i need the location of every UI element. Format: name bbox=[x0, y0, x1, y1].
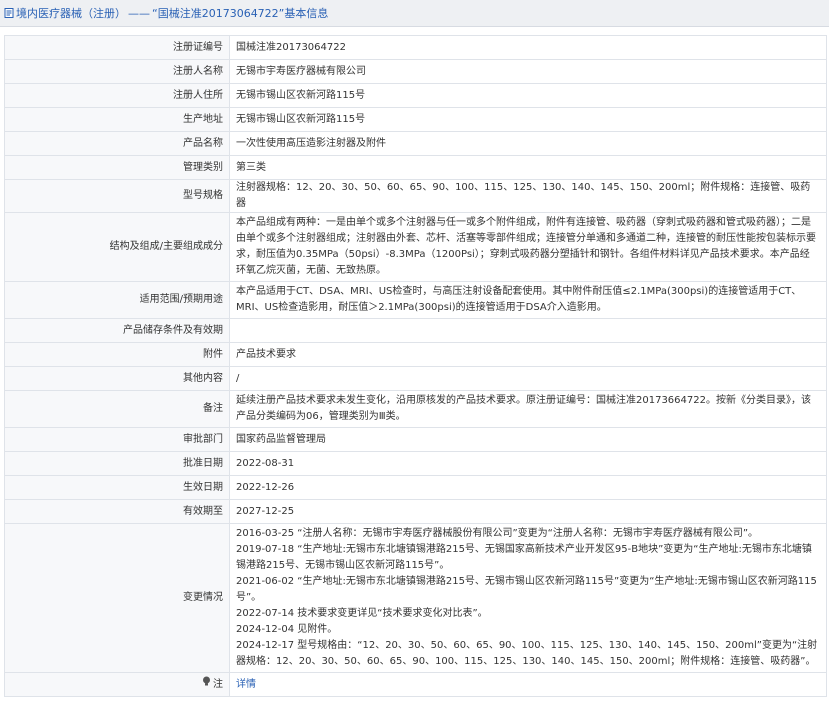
field-label: 注 bbox=[213, 679, 223, 690]
change-entry: 2022-07-14 技术要求变更详见“技术要求变化对比表”。 bbox=[236, 608, 488, 619]
change-entry: 2019-07-18 “生产地址:无锡市东北塘镇锡港路215号、无锡国家高新技术… bbox=[236, 544, 812, 571]
change-entry: 2016-03-25 “注册人名称：无锡市宇寿医疗器械股份有限公司”变更为“注册… bbox=[236, 528, 759, 539]
info-bulb-icon bbox=[202, 676, 211, 692]
table-row: 产品名称 一次性使用高压造影注射器及附件 bbox=[4, 131, 827, 156]
table-row: 结构及组成/主要组成成分 本产品组成有两种：一是由单个或多个注射器与任一或多个附件… bbox=[4, 212, 827, 282]
field-label: 管理类别 bbox=[4, 155, 230, 180]
field-label: 其他内容 bbox=[4, 366, 230, 391]
table-row: 审批部门 国家药品监督管理局 bbox=[4, 427, 827, 452]
field-value: 2027-12-25 bbox=[229, 499, 827, 524]
change-entry: 2024-12-17 型号规格由：“12、20、30、50、60、65、90、1… bbox=[236, 640, 818, 667]
field-label: 生产地址 bbox=[4, 107, 230, 132]
table-row-changes: 变更情况 2016-03-25 “注册人名称：无锡市宇寿医疗器械股份有限公司”变… bbox=[4, 523, 827, 673]
field-value: 无锡市锡山区农新河路115号 bbox=[229, 107, 827, 132]
field-value: 无锡市宇寿医疗器械有限公司 bbox=[229, 59, 827, 84]
field-value: 产品技术要求 bbox=[229, 342, 827, 367]
table-row: 其他内容 / bbox=[4, 366, 827, 391]
table-row: 管理类别 第三类 bbox=[4, 155, 827, 180]
field-value: 延续注册产品技术要求未发生变化，沿用原核发的产品技术要求。原注册证编号：国械注准… bbox=[229, 390, 827, 428]
field-label: 批准日期 bbox=[4, 451, 230, 476]
field-label: 产品名称 bbox=[4, 131, 230, 156]
table-row: 注册人住所 无锡市锡山区农新河路115号 bbox=[4, 83, 827, 108]
field-value: 2022-12-26 bbox=[229, 475, 827, 500]
field-value: 第三类 bbox=[229, 155, 827, 180]
breadcrumb-section-link[interactable]: 境内医疗器械（注册） bbox=[16, 5, 126, 21]
page-title: “国械注准20173064722”基本信息 bbox=[152, 7, 329, 20]
field-value: 注射器规格：12、20、30、50、60、65、90、100、115、125、1… bbox=[229, 179, 827, 213]
field-label: 有效期至 bbox=[4, 499, 230, 524]
table-row: 生产地址 无锡市锡山区农新河路115号 bbox=[4, 107, 827, 132]
field-value bbox=[229, 318, 827, 343]
field-label: 备注 bbox=[4, 390, 230, 428]
breadcrumb-separator: —— bbox=[128, 6, 150, 20]
table-row: 批准日期 2022-08-31 bbox=[4, 451, 827, 476]
field-label: 注册证编号 bbox=[4, 35, 230, 60]
note-label-cell: 注 bbox=[4, 672, 230, 697]
detail-table: 注册证编号 国械注准20173064722 注册人名称 无锡市宇寿医疗器械有限公司 … bbox=[4, 35, 827, 697]
field-value: 本产品适用于CT、DSA、MRI、US检查时，与高压注射设备配套使用。其中附件耐… bbox=[229, 281, 827, 319]
field-value: 本产品组成有两种：一是由单个或多个注射器与任一或多个附件组成，附件有连接管、吸药… bbox=[229, 212, 827, 282]
change-entry: 2021-06-02 “生产地址:无锡市东北塘镇锡港路215号、无锡市锡山区农新… bbox=[236, 576, 817, 603]
table-row: 有效期至 2027-12-25 bbox=[4, 499, 827, 524]
field-value: / bbox=[229, 366, 827, 391]
table-row: 注册证编号 国械注准20173064722 bbox=[4, 35, 827, 60]
field-value: 2022-08-31 bbox=[229, 451, 827, 476]
field-label: 审批部门 bbox=[4, 427, 230, 452]
change-history: 2016-03-25 “注册人名称：无锡市宇寿医疗器械股份有限公司”变更为“注册… bbox=[229, 523, 827, 673]
field-value: 国家药品监督管理局 bbox=[229, 427, 827, 452]
field-value: 无锡市锡山区农新河路115号 bbox=[229, 83, 827, 108]
document-icon bbox=[4, 8, 14, 18]
field-label: 适用范围/预期用途 bbox=[4, 281, 230, 319]
field-label: 注册人名称 bbox=[4, 59, 230, 84]
table-row: 附件 产品技术要求 bbox=[4, 342, 827, 367]
table-row: 注册人名称 无锡市宇寿医疗器械有限公司 bbox=[4, 59, 827, 84]
table-row: 适用范围/预期用途 本产品适用于CT、DSA、MRI、US检查时，与高压注射设备配… bbox=[4, 281, 827, 319]
field-label: 变更情况 bbox=[4, 523, 230, 673]
breadcrumb-bar: 境内医疗器械（注册） —— “国械注准20173064722”基本信息 bbox=[0, 0, 829, 27]
field-label: 注册人住所 bbox=[4, 83, 230, 108]
table-row: 产品储存条件及有效期 bbox=[4, 318, 827, 343]
table-row: 生效日期 2022-12-26 bbox=[4, 475, 827, 500]
field-label: 附件 bbox=[4, 342, 230, 367]
field-label: 生效日期 bbox=[4, 475, 230, 500]
change-entry: 2024-12-04 见附件。 bbox=[236, 624, 338, 635]
table-row: 备注 延续注册产品技术要求未发生变化，沿用原核发的产品技术要求。原注册证编号：国械… bbox=[4, 390, 827, 428]
field-label: 型号规格 bbox=[4, 179, 230, 213]
details-link[interactable]: 详情 bbox=[236, 679, 256, 690]
field-value: 国械注准20173064722 bbox=[229, 35, 827, 60]
table-row: 型号规格 注射器规格：12、20、30、50、60、65、90、100、115、1… bbox=[4, 179, 827, 213]
field-value: 一次性使用高压造影注射器及附件 bbox=[229, 131, 827, 156]
field-label: 结构及组成/主要组成成分 bbox=[4, 212, 230, 282]
field-label: 产品储存条件及有效期 bbox=[4, 318, 230, 343]
table-row-note: 注 详情 bbox=[4, 672, 827, 697]
